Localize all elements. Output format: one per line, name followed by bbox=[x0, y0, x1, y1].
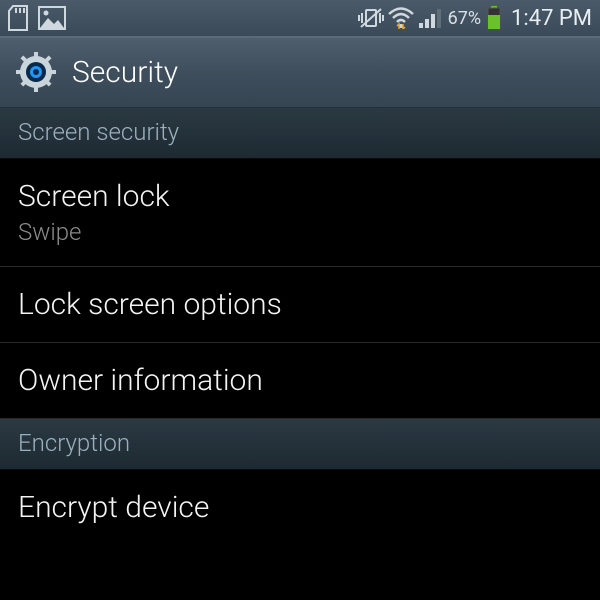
wifi-icon bbox=[388, 7, 414, 29]
section-header-encryption: Encryption bbox=[0, 419, 600, 470]
item-subtitle: Swipe bbox=[18, 218, 582, 246]
status-left bbox=[8, 5, 358, 31]
item-screen-lock[interactable]: Screen lock Swipe bbox=[0, 159, 600, 267]
status-clock: 1:47 PM bbox=[511, 6, 592, 31]
vibrate-icon bbox=[358, 7, 384, 29]
item-encrypt-device[interactable]: Encrypt device bbox=[0, 470, 600, 535]
item-title: Owner information bbox=[18, 363, 582, 398]
status-right: 67% 1:47 PM bbox=[358, 6, 592, 31]
sd-card-icon bbox=[8, 5, 32, 31]
item-title: Screen lock bbox=[18, 179, 582, 214]
item-lock-screen-options[interactable]: Lock screen options bbox=[0, 267, 600, 343]
signal-icon bbox=[418, 7, 442, 29]
battery-icon bbox=[487, 6, 501, 30]
gear-icon bbox=[16, 52, 56, 92]
title-bar: Security bbox=[0, 36, 600, 108]
page-title: Security bbox=[72, 55, 178, 90]
status-bar: 67% 1:47 PM bbox=[0, 0, 600, 36]
section-header-screen-security: Screen security bbox=[0, 108, 600, 159]
item-title: Encrypt device bbox=[18, 490, 582, 525]
battery-percent: 67% bbox=[448, 8, 481, 29]
item-owner-information[interactable]: Owner information bbox=[0, 343, 600, 419]
item-title: Lock screen options bbox=[18, 287, 582, 322]
gallery-icon bbox=[38, 6, 66, 30]
